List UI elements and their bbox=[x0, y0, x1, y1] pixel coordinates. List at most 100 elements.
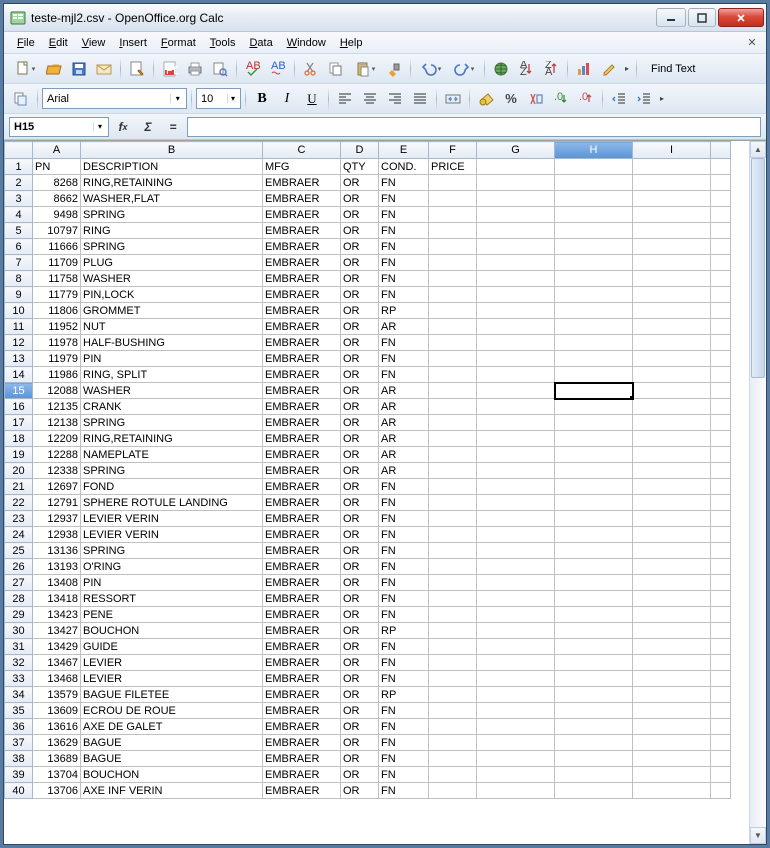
cell[interactable] bbox=[429, 479, 477, 495]
cell[interactable] bbox=[633, 639, 711, 655]
cell[interactable]: OR bbox=[341, 319, 379, 335]
cell[interactable]: 12135 bbox=[33, 399, 81, 415]
cell[interactable] bbox=[555, 367, 633, 383]
cell[interactable]: OR bbox=[341, 719, 379, 735]
cell[interactable] bbox=[633, 367, 711, 383]
email-button[interactable] bbox=[92, 57, 116, 81]
spellcheck-button[interactable]: ABC bbox=[241, 57, 265, 81]
cell[interactable] bbox=[633, 207, 711, 223]
row-header-24[interactable]: 24 bbox=[5, 527, 33, 543]
cell[interactable]: 10797 bbox=[33, 223, 81, 239]
cell[interactable]: OR bbox=[341, 223, 379, 239]
align-right-button[interactable] bbox=[383, 87, 407, 111]
cell[interactable]: RING bbox=[81, 223, 263, 239]
menu-edit[interactable]: Edit bbox=[42, 35, 75, 51]
cell[interactable] bbox=[429, 447, 477, 463]
fmt-overflow[interactable]: ▸ bbox=[657, 94, 667, 103]
cell[interactable] bbox=[429, 719, 477, 735]
cell[interactable]: 11806 bbox=[33, 303, 81, 319]
cell-ref-input[interactable] bbox=[14, 121, 93, 133]
cell[interactable] bbox=[633, 463, 711, 479]
paste-button[interactable]: ▾ bbox=[349, 57, 381, 81]
cell[interactable]: OR bbox=[341, 735, 379, 751]
cell[interactable] bbox=[555, 271, 633, 287]
cell[interactable]: FN bbox=[379, 559, 429, 575]
cell[interactable]: FN bbox=[379, 607, 429, 623]
cell[interactable]: AXE DE GALET bbox=[81, 719, 263, 735]
cell[interactable]: 11952 bbox=[33, 319, 81, 335]
cell[interactable] bbox=[429, 767, 477, 783]
cell[interactable] bbox=[477, 511, 555, 527]
toolbar-overflow[interactable]: ▸ bbox=[622, 64, 632, 73]
cell[interactable]: RING,RETAINING bbox=[81, 431, 263, 447]
row-header-12[interactable]: 12 bbox=[5, 335, 33, 351]
cell[interactable] bbox=[429, 511, 477, 527]
cell[interactable] bbox=[477, 687, 555, 703]
cell[interactable]: RP bbox=[379, 623, 429, 639]
cell[interactable]: EMBRAER bbox=[263, 751, 341, 767]
row-header-4[interactable]: 4 bbox=[5, 207, 33, 223]
row-header-19[interactable]: 19 bbox=[5, 447, 33, 463]
delete-decimal-button[interactable]: .0 bbox=[574, 87, 598, 111]
cell[interactable] bbox=[477, 575, 555, 591]
cell[interactable]: DESCRIPTION bbox=[81, 159, 263, 175]
row-header-27[interactable]: 27 bbox=[5, 575, 33, 591]
cut-button[interactable] bbox=[299, 57, 323, 81]
cell[interactable]: EMBRAER bbox=[263, 607, 341, 623]
styles-button[interactable] bbox=[9, 87, 33, 111]
row-header-20[interactable]: 20 bbox=[5, 463, 33, 479]
cell[interactable]: 12697 bbox=[33, 479, 81, 495]
cell[interactable] bbox=[477, 527, 555, 543]
cell[interactable] bbox=[633, 303, 711, 319]
cell[interactable]: OR bbox=[341, 703, 379, 719]
cell[interactable]: 13706 bbox=[33, 783, 81, 799]
menu-tools[interactable]: Tools bbox=[203, 35, 243, 51]
cell[interactable] bbox=[633, 447, 711, 463]
cell[interactable]: FN bbox=[379, 255, 429, 271]
cell[interactable] bbox=[477, 703, 555, 719]
cell[interactable]: EMBRAER bbox=[263, 463, 341, 479]
cell[interactable]: RP bbox=[379, 687, 429, 703]
cell[interactable] bbox=[711, 319, 731, 335]
cell[interactable] bbox=[477, 223, 555, 239]
row-header-25[interactable]: 25 bbox=[5, 543, 33, 559]
row-header-34[interactable]: 34 bbox=[5, 687, 33, 703]
cell[interactable]: EMBRAER bbox=[263, 223, 341, 239]
save-button[interactable] bbox=[67, 57, 91, 81]
format-paintbrush-button[interactable] bbox=[382, 57, 406, 81]
cell[interactable]: FN bbox=[379, 735, 429, 751]
cell[interactable] bbox=[477, 591, 555, 607]
cell[interactable] bbox=[633, 719, 711, 735]
cell[interactable]: NAMEPLATE bbox=[81, 447, 263, 463]
underline-button[interactable]: U bbox=[300, 87, 324, 111]
cell[interactable] bbox=[711, 767, 731, 783]
cell[interactable]: 13193 bbox=[33, 559, 81, 575]
cell[interactable]: OR bbox=[341, 335, 379, 351]
cell[interactable] bbox=[477, 319, 555, 335]
cell[interactable]: AR bbox=[379, 463, 429, 479]
row-header-32[interactable]: 32 bbox=[5, 655, 33, 671]
bold-button[interactable]: B bbox=[250, 87, 274, 111]
cell[interactable]: BAGUE FILETEE bbox=[81, 687, 263, 703]
cell[interactable]: 11758 bbox=[33, 271, 81, 287]
cell[interactable]: FN bbox=[379, 351, 429, 367]
cell[interactable] bbox=[711, 255, 731, 271]
cell[interactable] bbox=[429, 415, 477, 431]
cell[interactable]: EMBRAER bbox=[263, 639, 341, 655]
cell[interactable]: BOUCHON bbox=[81, 623, 263, 639]
cell[interactable]: SPRING bbox=[81, 207, 263, 223]
cell[interactable] bbox=[429, 319, 477, 335]
cell[interactable] bbox=[711, 623, 731, 639]
cell[interactable] bbox=[429, 303, 477, 319]
cell[interactable]: SPRING bbox=[81, 543, 263, 559]
cell[interactable] bbox=[429, 383, 477, 399]
cell[interactable] bbox=[555, 623, 633, 639]
row-header-22[interactable]: 22 bbox=[5, 495, 33, 511]
export-pdf-button[interactable]: PDF bbox=[158, 57, 182, 81]
cell[interactable]: EMBRAER bbox=[263, 655, 341, 671]
cell[interactable] bbox=[711, 783, 731, 799]
cell[interactable]: WASHER bbox=[81, 383, 263, 399]
cell[interactable] bbox=[555, 511, 633, 527]
cell[interactable]: LEVIER bbox=[81, 655, 263, 671]
cell[interactable] bbox=[555, 751, 633, 767]
